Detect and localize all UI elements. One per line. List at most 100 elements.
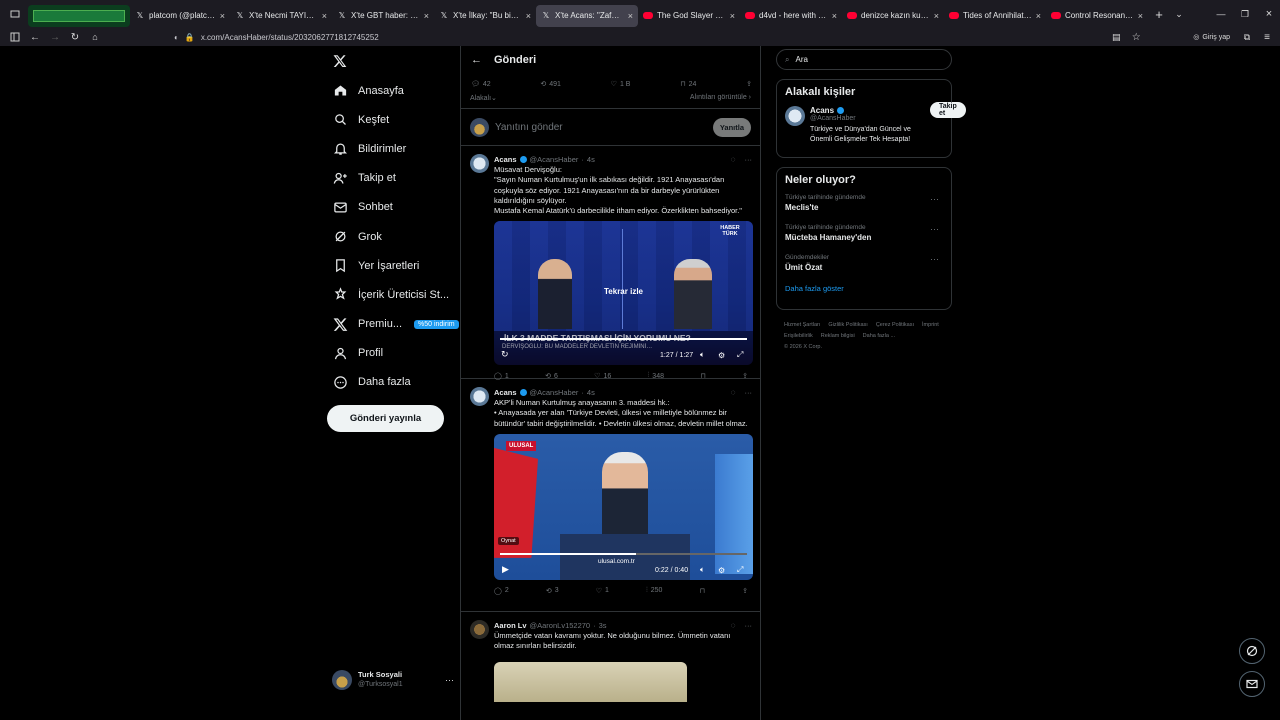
close-tab-icon[interactable]: × — [526, 11, 531, 21]
person-name[interactable]: Acans — [810, 106, 834, 115]
menu-icon[interactable]: ≡ — [1258, 28, 1276, 46]
browser-tab[interactable]: 𝕏platcom (@platcomweb) / X × — [130, 5, 230, 27]
bookmark-stat[interactable]: ⊓ 24 — [680, 80, 696, 89]
more-options-icon[interactable]: ··· — [445, 675, 454, 685]
browser-tab[interactable]: Tides of Annihilation - Minu… × — [944, 5, 1046, 27]
close-tab-icon[interactable]: × — [832, 11, 837, 21]
grok-icon[interactable]: ◌ — [731, 155, 736, 164]
close-tab-icon[interactable]: × — [1036, 11, 1041, 21]
more-options-icon[interactable]: ··· — [930, 254, 939, 264]
tweet[interactable]: Aaron Lv @AaronLv152270 · 3s ◌ ··· Ümmet… — [461, 612, 760, 720]
tab-media[interactable] — [28, 4, 130, 27]
footer-link[interactable]: Daha fazla ... — [863, 333, 895, 339]
minimize-icon[interactable]: — — [1210, 5, 1232, 23]
footer-link[interactable]: Reklam bilgisi — [821, 333, 855, 339]
repost-action[interactable]: ⟲ 3 — [546, 587, 559, 595]
footer-link[interactable]: © 2026 X Corp. — [784, 344, 822, 350]
close-tab-icon[interactable]: × — [322, 11, 327, 21]
nav-item-search[interactable]: Keşfet — [320, 105, 460, 134]
browser-tab[interactable]: d4vd - here with me ( slowe… × — [740, 5, 842, 27]
follow-button[interactable]: Takip et — [930, 102, 966, 118]
settings-icon[interactable]: ⚙ — [718, 351, 725, 360]
share-icon[interactable]: ⇪ — [742, 587, 748, 595]
reply-button[interactable]: Yanıtla — [712, 117, 751, 137]
more-options-icon[interactable]: ··· — [745, 388, 753, 397]
video-player[interactable]: ULUSAL ulusal.com.tr Oynat ▶ 0:22 / 0:40… — [494, 433, 753, 580]
tweet-time[interactable]: 3s — [599, 621, 607, 630]
show-more-link[interactable]: Daha fazla göster — [785, 284, 943, 293]
author-name[interactable]: Acans — [494, 155, 517, 164]
views-action[interactable]: ⫶ 250 — [646, 587, 662, 595]
nav-item-home[interactable]: Anasayfa — [320, 76, 460, 105]
progress-track[interactable] — [500, 338, 747, 341]
grok-fab[interactable] — [1239, 638, 1265, 664]
search-input[interactable]: Ara — [795, 55, 807, 64]
forward-icon[interactable]: → — [46, 28, 64, 46]
nav-item-grok[interactable]: Grok — [320, 222, 460, 251]
play-icon[interactable]: ▶ — [502, 564, 509, 575]
browser-tab[interactable]: 𝕏 X'te Necmi TAYIN: "herkes i… × — [230, 5, 332, 27]
close-window-icon[interactable]: × — [1258, 5, 1280, 23]
bookmark-icon[interactable]: ⊓ — [700, 587, 705, 595]
view-quotes-link[interactable]: Alıntıları görüntüle › — [690, 94, 751, 102]
browser-tab[interactable]: denizce kazın kuyusunu inin… × — [842, 5, 944, 27]
sidebar-toggle-icon[interactable] — [6, 28, 24, 46]
reload-icon[interactable]: ↻ — [66, 28, 84, 46]
post-button[interactable]: Gönderi yayınla — [327, 405, 444, 432]
close-tab-icon[interactable]: × — [424, 11, 429, 21]
author-name[interactable]: Acans — [494, 388, 517, 397]
search-box[interactable]: ⌕ Ara — [776, 49, 952, 70]
replay-button[interactable]: Tekrar izle — [494, 287, 753, 296]
share-icon[interactable]: ⇪ — [746, 80, 752, 88]
nav-item-profile[interactable]: Profil — [320, 339, 460, 368]
trend-item[interactable]: Türkiye tarihinde gündemde Mücteba Hamane… — [785, 224, 943, 242]
author-handle[interactable]: @AaronLv152270 — [530, 621, 591, 630]
like-stat[interactable]: ♡ 1 B — [611, 80, 631, 89]
bookmark-star-icon[interactable]: ☆ — [1127, 28, 1145, 46]
grok-icon[interactable]: ◌ — [731, 388, 736, 397]
extensions-icon[interactable]: ⧉ — [1238, 28, 1256, 46]
settings-icon[interactable]: ⚙ — [718, 566, 725, 575]
reply-action[interactable]: ◯ 2 — [494, 587, 509, 595]
close-tab-icon[interactable]: × — [1138, 11, 1143, 21]
tweet[interactable]: Acans @AcansHaber · 4s ◌ ··· AKP'li Numa… — [461, 379, 760, 612]
more-options-icon[interactable]: ··· — [930, 224, 939, 234]
footer-link[interactable]: Çerez Politikası — [876, 322, 914, 328]
nav-item-follow[interactable]: Takip et — [320, 164, 460, 193]
author-handle[interactable]: @AcansHaber — [530, 155, 579, 164]
close-tab-icon[interactable]: × — [628, 11, 633, 21]
more-options-icon[interactable]: ··· — [745, 155, 753, 164]
nav-item-x[interactable]: Premiu... %50 indirim — [320, 310, 460, 339]
nav-item-more[interactable]: Daha fazla — [320, 368, 460, 397]
new-tab-icon[interactable]: + — [1150, 5, 1168, 23]
close-tab-icon[interactable]: × — [730, 11, 735, 21]
grok-icon[interactable]: ◌ — [731, 621, 736, 630]
home-icon[interactable]: ⌂ — [86, 28, 104, 46]
replay-icon[interactable]: ↻ — [501, 349, 509, 360]
footer-link[interactable]: Hizmet Şartları — [784, 322, 820, 328]
browser-tab-active[interactable]: 𝕏 X'te Acans: "Zafer Partisi'nde… × — [536, 4, 638, 27]
more-options-icon[interactable]: ··· — [930, 194, 939, 204]
trend-item[interactable]: Gündemdekiler Ümit Özat ··· — [785, 254, 943, 272]
reply-input[interactable]: Yanıtını gönder — [495, 122, 707, 133]
progress-track[interactable] — [500, 552, 747, 555]
nav-item-mail[interactable]: Sohbet — [320, 193, 460, 222]
tab-list-icon[interactable] — [2, 5, 28, 23]
close-tab-icon[interactable]: × — [934, 11, 939, 21]
tweet-time[interactable]: 4s — [587, 388, 595, 397]
volume-icon[interactable]: 🔈︎ — [700, 565, 705, 575]
account-switcher[interactable]: Turk Sosyali @Turksosyal1 ··· — [332, 670, 454, 690]
like-action[interactable]: ♡ 1 — [596, 587, 609, 595]
footer-link[interactable]: Gizlilik Politikası — [828, 322, 867, 328]
browser-tab[interactable]: Control Resonant - Gamepl… × — [1046, 5, 1148, 27]
footer-link[interactable]: İmprint — [922, 322, 939, 328]
signin-button[interactable]: ◎ Giriş yap — [1193, 33, 1230, 42]
browser-tab[interactable]: The God Slayer - Gameplay × — [638, 5, 740, 27]
video-player[interactable]: HABER TÜRK Tekrar izle İLK 3 MADDE TARTI… — [494, 221, 753, 366]
volume-icon[interactable]: 🔈︎ — [700, 350, 705, 360]
maximize-icon[interactable]: ❐ — [1234, 5, 1256, 23]
tweet-time[interactable]: 4s — [587, 155, 595, 164]
author-handle[interactable]: @AcansHaber — [530, 388, 579, 397]
nav-item-bookmark[interactable]: Yer İşaretleri — [320, 251, 460, 280]
reply-stat[interactable]: 💬︎ 42 — [471, 80, 491, 89]
